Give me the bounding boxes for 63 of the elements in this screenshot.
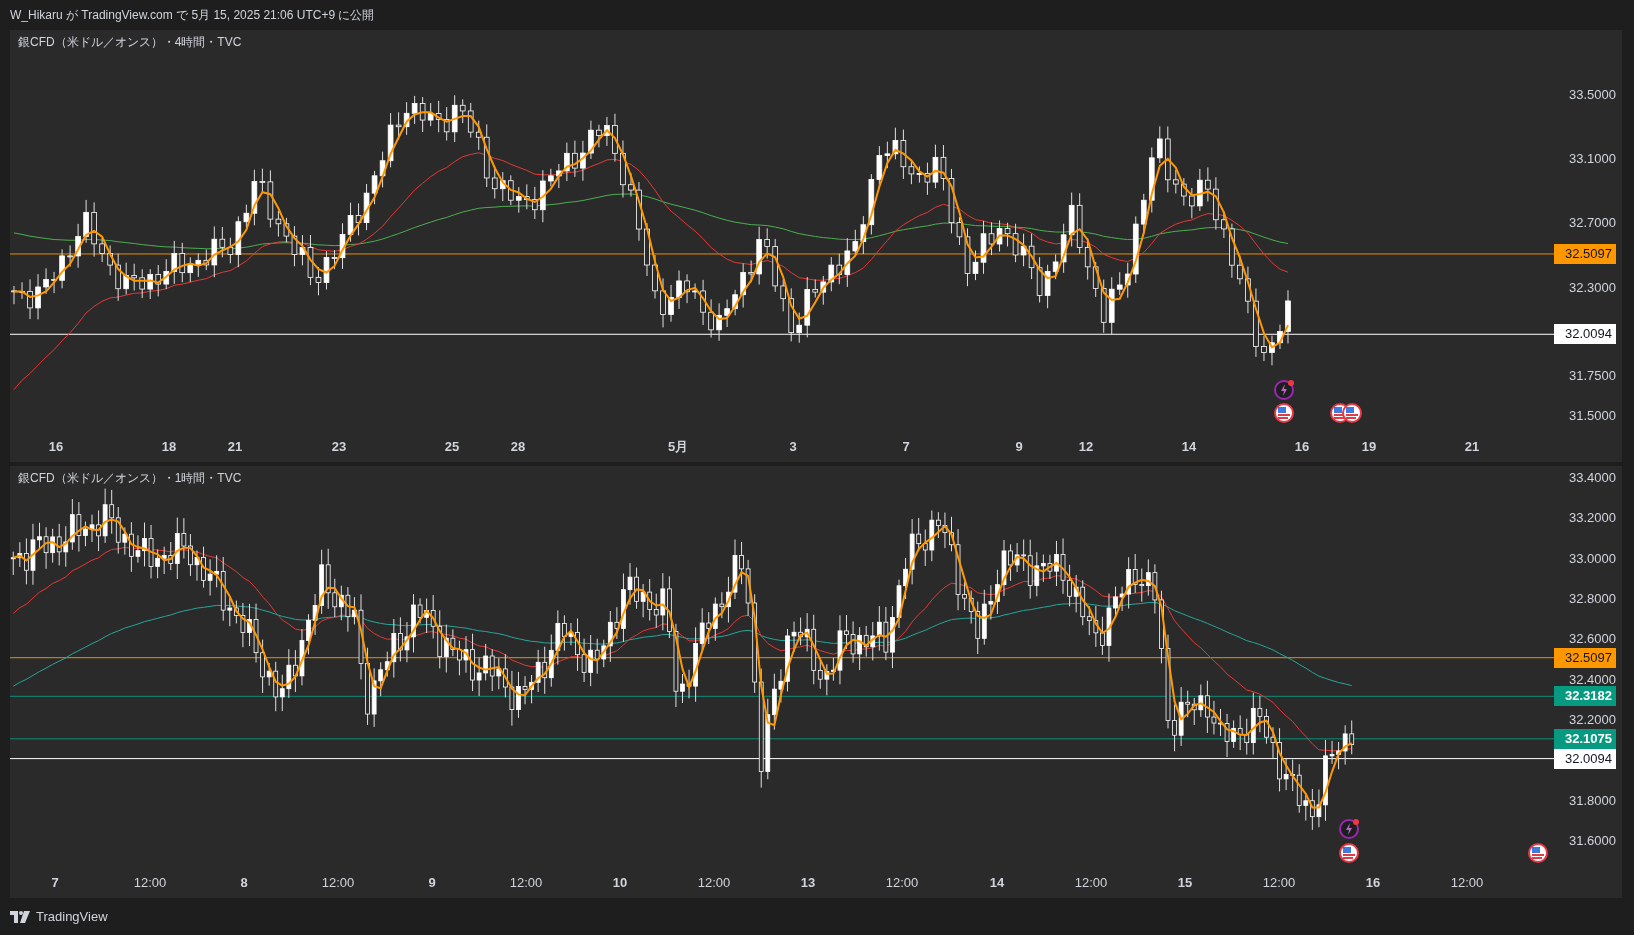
flag-icon[interactable] bbox=[1339, 843, 1359, 863]
chart-title: 銀CFD（米ドル／オンス）・1時間・TVC bbox=[18, 470, 242, 487]
time-axis-label: 16 bbox=[1294, 438, 1310, 456]
price-axis-label: 32.6000 bbox=[1569, 632, 1616, 647]
time-axis-label: 12 bbox=[1078, 438, 1094, 456]
time-axis-label: 12:00 bbox=[133, 874, 167, 892]
price-axis-label: 32.2000 bbox=[1569, 713, 1616, 728]
time-axis-label: 12:00 bbox=[1450, 874, 1484, 892]
lightning-icon[interactable] bbox=[1339, 818, 1361, 840]
price-axis-label: 33.0000 bbox=[1569, 551, 1616, 566]
price-axis-label: 33.1000 bbox=[1569, 152, 1616, 167]
price-axis-label: 32.8000 bbox=[1569, 592, 1616, 607]
price-axis-label: 32.7000 bbox=[1569, 216, 1616, 231]
time-axis-label: 9 bbox=[428, 874, 436, 892]
time-axis-label: 13 bbox=[800, 874, 816, 892]
price-axis-label: 33.4000 bbox=[1569, 471, 1616, 486]
time-axis-label: 5月 bbox=[667, 438, 689, 456]
time-axis-label: 28 bbox=[510, 438, 526, 456]
price-axis-label: 33.5000 bbox=[1569, 88, 1616, 102]
time-axis-label: 14 bbox=[1181, 438, 1197, 456]
lightning-icon[interactable] bbox=[1274, 379, 1296, 401]
price-axis-label: 31.8000 bbox=[1569, 793, 1616, 808]
time-axis-label: 12:00 bbox=[509, 874, 543, 892]
flag-icon[interactable] bbox=[1528, 843, 1548, 863]
time-axis-label: 21 bbox=[227, 438, 243, 456]
price-tag: 32.0094 bbox=[1554, 748, 1616, 769]
flag-icon[interactable] bbox=[1274, 403, 1294, 423]
time-axis-label: 9 bbox=[1015, 438, 1023, 456]
price-axis-label: 32.4000 bbox=[1569, 672, 1616, 687]
time-axis-label: 14 bbox=[989, 874, 1005, 892]
price-axis-label: 31.6000 bbox=[1569, 834, 1616, 849]
time-axis-label: 7 bbox=[902, 438, 910, 456]
price-tag: 32.1075 bbox=[1554, 728, 1616, 749]
price-tag: 32.5097 bbox=[1554, 243, 1616, 264]
time-axis-label: 10 bbox=[612, 874, 628, 892]
time-axis-label: 8 bbox=[240, 874, 248, 892]
flag-icon[interactable] bbox=[1342, 403, 1362, 423]
price-axis-label: 32.3000 bbox=[1569, 280, 1616, 295]
time-axis-label: 18 bbox=[161, 438, 177, 456]
time-axis-label: 12:00 bbox=[885, 874, 919, 892]
price-tag: 32.3182 bbox=[1554, 686, 1616, 707]
time-axis-label: 16 bbox=[1365, 874, 1381, 892]
time-axis-label: 23 bbox=[331, 438, 347, 456]
time-axis-label: 19 bbox=[1361, 438, 1377, 456]
logo-icon bbox=[10, 910, 32, 923]
price-axis-label: 33.2000 bbox=[1569, 511, 1616, 526]
time-axis-label: 21 bbox=[1464, 438, 1480, 456]
price-axis-label: 31.7500 bbox=[1569, 368, 1616, 383]
price-tag: 32.0094 bbox=[1554, 324, 1616, 345]
chart-title: 銀CFD（米ドル／オンス）・4時間・TVC bbox=[18, 34, 242, 51]
time-axis-label: 16 bbox=[48, 438, 64, 456]
time-axis-label: 12:00 bbox=[1074, 874, 1108, 892]
time-axis-label: 12:00 bbox=[697, 874, 731, 892]
time-axis-label: 12:00 bbox=[1262, 874, 1296, 892]
time-axis-label: 3 bbox=[789, 438, 797, 456]
time-axis-label: 7 bbox=[51, 874, 59, 892]
price-tag: 32.5097 bbox=[1554, 647, 1616, 668]
brand-name: TradingView bbox=[36, 907, 108, 926]
time-axis-label: 15 bbox=[1177, 874, 1193, 892]
price-axis-label: 31.5000 bbox=[1569, 409, 1616, 424]
publish-info: W_Hikaru が TradingView.com で 5月 15, 2025 21:06 UTC+9 に公開 bbox=[10, 7, 375, 24]
time-axis-label: 12:00 bbox=[321, 874, 355, 892]
time-axis-label: 25 bbox=[444, 438, 460, 456]
